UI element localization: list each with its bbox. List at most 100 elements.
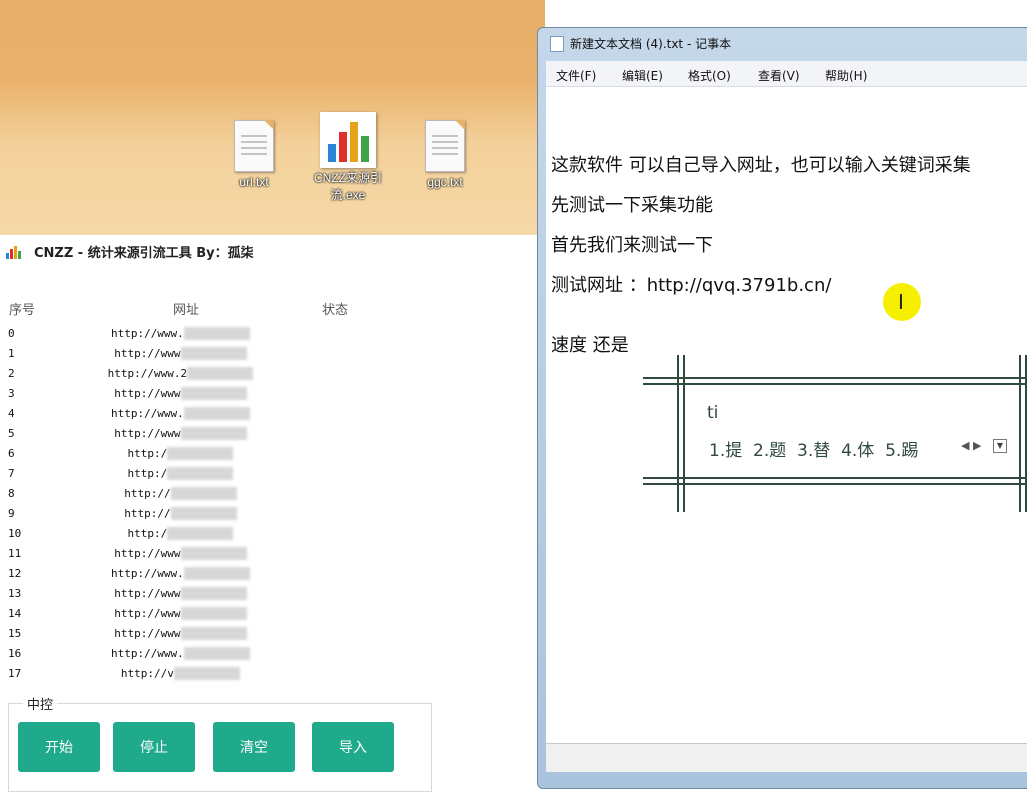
row-url-text: http://www <box>114 547 181 560</box>
text-file-icon <box>425 120 465 172</box>
row-url-text: http://www. <box>110 567 184 580</box>
control-group: 中控 开始 停止 清空 导入 <box>8 694 432 792</box>
redacted-url-part: xxxxxxxxxx <box>180 427 247 440</box>
redacted-url-part: xxxxxxxxxx <box>187 367 254 380</box>
redacted-url-part: xxxxxxxxxx <box>180 627 247 640</box>
row-index: 15 <box>8 627 22 640</box>
table-row[interactable]: 6 http:/xxxxxxxxxx <box>8 444 428 464</box>
desktop-icon-label: url.txt <box>239 175 269 189</box>
table-row[interactable]: 15 http://wwwxxxxxxxxxx <box>8 624 428 644</box>
row-url: http://wwwxxxxxxxxxx <box>68 544 293 564</box>
column-header-index[interactable]: 序号 <box>9 299 35 318</box>
row-url: http://www.xxxxxxxxxx <box>68 324 293 344</box>
row-index: 8 <box>8 487 15 500</box>
redacted-url-part: xxxxxxxxxx <box>180 607 247 620</box>
window-title-text: CNZZ - 统计来源引流工具 By：孤柒 <box>34 246 254 261</box>
url-list[interactable]: 0http://www.xxxxxxxxxx1http://wwwxxxxxxx… <box>8 324 428 684</box>
redacted-url-part: xxxxxxxxxx <box>180 347 247 360</box>
table-row[interactable]: 3 http://wwwxxxxxxxxxx <box>8 384 428 404</box>
column-header-status[interactable]: 状态 <box>322 299 348 318</box>
app-chart-icon <box>6 245 22 259</box>
row-index: 5 <box>8 427 15 440</box>
menu-view[interactable]: 查看(V) <box>758 67 800 84</box>
desktop-icon-url-txt[interactable]: url.txt <box>211 120 297 191</box>
notepad-status-bar <box>546 743 1027 772</box>
start-button[interactable]: 开始 <box>18 722 100 772</box>
row-index: 17 <box>8 667 22 680</box>
clear-button[interactable]: 清空 <box>213 722 295 772</box>
row-index: 3 <box>8 387 15 400</box>
row-url-text: http://www <box>114 347 181 360</box>
row-url: http://xxxxxxxxxx <box>68 484 293 504</box>
menu-format[interactable]: 格式(O) <box>688 67 731 84</box>
redacted-url-part: xxxxxxxxxx <box>167 447 234 460</box>
table-row[interactable]: 5 http://wwwxxxxxxxxxx <box>8 424 428 444</box>
chart-app-icon <box>320 112 376 168</box>
table-row[interactable]: 9 http://xxxxxxxxxx <box>8 504 428 524</box>
table-row[interactable]: 1 http://wwwxxxxxxxxxx <box>8 344 428 364</box>
redacted-url-part: xxxxxxxxxx <box>183 327 251 340</box>
row-url-text: http://www <box>114 587 181 600</box>
table-row[interactable]: 14 http://wwwxxxxxxxxxx <box>8 604 428 624</box>
window-title: CNZZ - 统计来源引流工具 By：孤柒 <box>6 242 254 261</box>
row-index: 13 <box>8 587 22 600</box>
mouse-cursor-icon: I <box>883 283 921 321</box>
row-index: 6 <box>8 447 15 460</box>
table-row[interactable]: 2 http://www.2xxxxxxxxxx <box>8 364 428 384</box>
ime-candidate-window[interactable]: ti 1.提 2.题 3.替 4.体 5.踢 ◀ ▶ ▼ <box>643 355 1027 512</box>
row-index: 9 <box>8 507 15 520</box>
row-index: 12 <box>8 567 22 580</box>
table-row[interactable]: 7 http:/xxxxxxxxxx <box>8 464 428 484</box>
row-url: http://vxxxxxxxxxx <box>68 664 293 684</box>
table-row[interactable]: 8 http://xxxxxxxxxx <box>8 484 428 504</box>
row-url: http://wwwxxxxxxxxxx <box>68 604 293 624</box>
row-index: 10 <box>8 527 22 540</box>
row-url-text: http:// <box>124 507 171 520</box>
import-button[interactable]: 导入 <box>312 722 394 772</box>
text-file-icon <box>234 120 274 172</box>
row-url: http:/xxxxxxxxxx <box>68 444 293 464</box>
row-url-text: http:// <box>124 487 171 500</box>
text-line: 测试网址 ：http://qvq.3791b.cn/ <box>551 275 832 296</box>
row-url-text: http://www <box>114 387 181 400</box>
ime-page-arrows-icon[interactable]: ◀ ▶ <box>961 439 981 452</box>
table-row[interactable]: 4 http://www.xxxxxxxxxx <box>8 404 428 424</box>
redacted-url-part: xxxxxxxxxx <box>180 547 247 560</box>
stop-button[interactable]: 停止 <box>113 722 195 772</box>
desktop-icon-ggc-txt[interactable]: ggc.txt <box>402 120 488 191</box>
menu-help[interactable]: 帮助(H) <box>825 67 867 84</box>
table-row[interactable]: 10 http:/xxxxxxxxxx <box>8 524 428 544</box>
row-index: 0 <box>8 327 15 340</box>
row-url-text: http:/ <box>127 527 168 540</box>
ime-composition: ti <box>707 403 719 423</box>
row-url: http://www.xxxxxxxxxx <box>68 404 293 424</box>
row-url-text: http://www <box>114 427 181 440</box>
column-header-url[interactable]: 网址 <box>173 299 199 318</box>
table-row[interactable]: 17 http://vxxxxxxxxxx <box>8 664 428 684</box>
notepad-title: 新建文本文档 (4).txt - 记事本 <box>570 37 732 51</box>
redacted-url-part: xxxxxxxxxx <box>173 667 241 680</box>
text-line: 先测试一下采集功能 <box>551 195 713 216</box>
row-url: http://wwwxxxxxxxxxx <box>68 584 293 604</box>
row-url-text: http:/ <box>127 447 168 460</box>
row-url: http://wwwxxxxxxxxxx <box>68 344 293 364</box>
cnzz-tool-window: CNZZ - 统计来源引流工具 By：孤柒 序号 网址 状态 0 http://w… <box>0 235 545 812</box>
ime-candidate-list[interactable]: 1.提 2.题 3.替 4.体 5.踢 <box>709 436 918 461</box>
row-url-text: http://www <box>114 607 181 620</box>
redacted-url-part: xxxxxxxxxx <box>167 527 234 540</box>
row-index: 16 <box>8 647 22 660</box>
row-url: http://xxxxxxxxxx <box>68 504 293 524</box>
menu-file[interactable]: 文件(F) <box>556 67 596 84</box>
row-url: http:/xxxxxxxxxx <box>68 524 293 544</box>
table-row[interactable]: 13 http://wwwxxxxxxxxxx <box>8 584 428 604</box>
ime-expand-icon[interactable]: ▼ <box>993 439 1007 453</box>
table-row[interactable]: 12 http://www.xxxxxxxxxx <box>8 564 428 584</box>
menu-edit[interactable]: 编辑(E) <box>622 67 663 84</box>
desktop-icon-cnzz-exe[interactable]: CNZZ来源引流.exe <box>305 112 391 204</box>
table-row[interactable]: 16 http://www.xxxxxxxxxx <box>8 644 428 664</box>
redacted-url-part: xxxxxxxxxx <box>170 487 237 500</box>
row-url-text: http://v <box>120 667 174 680</box>
row-url-text: http://www. <box>110 647 184 660</box>
table-row[interactable]: 11 http://wwwxxxxxxxxxx <box>8 544 428 564</box>
table-row[interactable]: 0 http://www.xxxxxxxxxx <box>8 324 428 344</box>
